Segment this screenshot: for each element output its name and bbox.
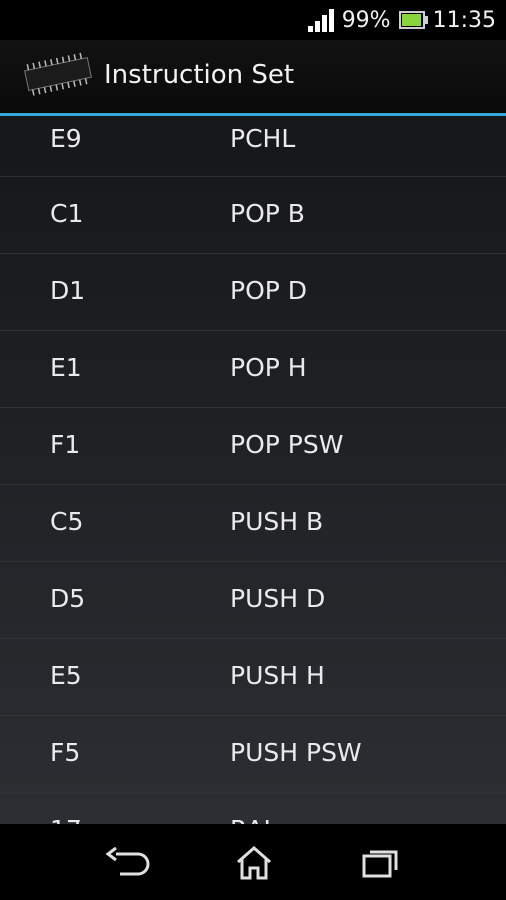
list-item[interactable]: D5 PUSH D xyxy=(0,562,506,639)
navigation-bar xyxy=(0,824,506,900)
opcode-label: D1 xyxy=(50,276,86,305)
opcode-label: F5 xyxy=(50,738,81,767)
signal-icon xyxy=(306,8,334,32)
page-title: Instruction Set xyxy=(104,60,295,90)
battery-percent: 99% xyxy=(341,7,391,33)
battery-icon xyxy=(398,11,428,29)
opcode-label: F1 xyxy=(50,430,81,459)
mnemonic-label: PUSH PSW xyxy=(230,738,362,767)
mnemonic-label: PUSH D xyxy=(230,584,326,613)
list-item[interactable]: 17 RAL xyxy=(0,793,506,824)
mnemonic-label: PUSH H xyxy=(230,661,325,690)
mnemonic-label: PUSH B xyxy=(230,507,324,536)
opcode-label: E9 xyxy=(50,124,82,153)
list-item[interactable]: F5 PUSH PSW xyxy=(0,716,506,793)
status-right: 99% 11:35 xyxy=(306,0,496,40)
opcode-label: E5 xyxy=(50,661,82,690)
list-item[interactable]: C5 PUSH B xyxy=(0,485,506,562)
home-icon[interactable] xyxy=(224,842,284,882)
opcode-label: C1 xyxy=(50,199,84,228)
list-item[interactable]: E5 PUSH H xyxy=(0,639,506,716)
list-item[interactable]: E9 PCHL xyxy=(0,116,506,177)
list-item[interactable]: E1 POP H xyxy=(0,331,506,408)
clock: 11:35 xyxy=(432,7,496,33)
opcode-label: E1 xyxy=(50,353,82,382)
status-bar: 99% 11:35 xyxy=(0,0,506,40)
list-item[interactable]: D1 POP D xyxy=(0,254,506,331)
back-icon[interactable] xyxy=(98,842,158,882)
mnemonic-label: POP PSW xyxy=(230,430,344,459)
mnemonic-label: RAL xyxy=(230,815,277,824)
instruction-list[interactable]: E9 PCHL C1 POP B D1 POP D E1 POP H F1 POP PSW C5 PU… xyxy=(0,116,506,824)
recents-icon[interactable] xyxy=(350,842,410,882)
list-item[interactable]: C1 POP B xyxy=(0,177,506,254)
mnemonic-label: POP D xyxy=(230,276,308,305)
mnemonic-label: POP B xyxy=(230,199,305,228)
list-item[interactable]: F1 POP PSW xyxy=(0,408,506,485)
mnemonic-label: POP H xyxy=(230,353,307,382)
action-bar: Instruction Set xyxy=(0,40,506,116)
opcode-label: C5 xyxy=(50,507,84,536)
mnemonic-label: PCHL xyxy=(230,124,296,153)
opcode-label: 17 xyxy=(50,815,82,824)
opcode-label: D5 xyxy=(50,584,86,613)
chip-icon xyxy=(24,52,92,96)
